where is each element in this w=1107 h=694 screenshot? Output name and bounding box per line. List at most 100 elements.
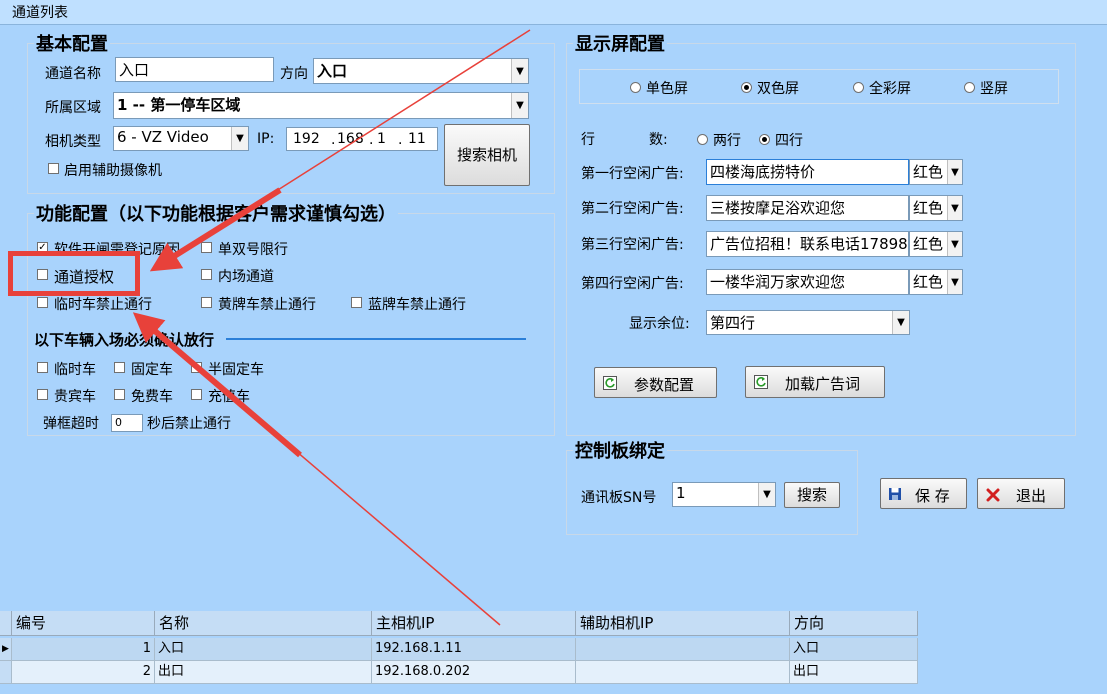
radio-vertical-screen[interactable]: [964, 82, 975, 93]
ip-label: IP:: [257, 131, 275, 147]
sn-search-button[interactable]: 搜索: [784, 482, 840, 508]
checkbox-free-car[interactable]: [114, 389, 125, 400]
exit-button[interactable]: 退出: [977, 478, 1065, 509]
ad-input-3[interactable]: 广告位招租！联系电话17898: [706, 231, 909, 257]
radio-mono-screen[interactable]: [630, 82, 641, 93]
chevron-down-icon[interactable]: ▼: [758, 483, 775, 506]
chevron-down-icon[interactable]: ▼: [947, 196, 962, 220]
label-temp-forbid: 临时车禁止通行: [54, 297, 152, 313]
row-selector-current[interactable]: ▶: [0, 638, 12, 661]
radio-four-rows[interactable]: [759, 134, 770, 145]
chevron-down-icon[interactable]: ▼: [231, 127, 248, 150]
ip-input[interactable]: 192 . 168 . 1 . 11: [286, 127, 438, 151]
checkbox-semi-fixed-car[interactable]: [191, 362, 202, 373]
chevron-down-icon[interactable]: ▼: [947, 270, 962, 294]
table-row-1-main-ip[interactable]: 192.168.1.11: [372, 638, 576, 661]
table-row-2-aux-ip[interactable]: [576, 661, 790, 684]
ad-color-select-4[interactable]: 红色 ▼: [909, 269, 963, 295]
function-config-title: 功能配置（以下功能根据客户需求谨慎勾选）: [34, 200, 398, 226]
table-row-1-direction[interactable]: 入口: [790, 638, 918, 661]
channel-name-input[interactable]: 入口: [115, 57, 274, 82]
aux-camera-checkbox[interactable]: [48, 163, 59, 174]
direction-label: 方向: [280, 66, 308, 82]
checkbox-temp-car[interactable]: [37, 362, 48, 373]
column-header-main-ip[interactable]: 主相机IP: [372, 611, 576, 636]
checkbox-prepaid-car[interactable]: [191, 389, 202, 400]
sn-value: 1: [676, 484, 686, 502]
label-vip-car: 贵宾车: [54, 389, 96, 405]
radio-full-color-screen[interactable]: [853, 82, 864, 93]
checkbox-blue-forbid[interactable]: [351, 297, 362, 308]
save-label: 保 存: [915, 487, 950, 505]
aux-camera-label: 启用辅助摄像机: [64, 163, 162, 179]
checkbox-yellow-forbid[interactable]: [201, 297, 212, 308]
floppy-disk-icon: [889, 488, 901, 500]
table-row-2-direction[interactable]: 出口: [790, 661, 918, 684]
table-row-1-name[interactable]: 入口: [155, 638, 372, 661]
camera-type-value: 6 - VZ Video: [117, 128, 209, 146]
label-fixed-car: 固定车: [131, 362, 173, 378]
checkbox-temp-forbid[interactable]: [37, 297, 48, 308]
ad-input-1[interactable]: 四楼海底捞特价: [706, 159, 909, 185]
ad-color-select-2[interactable]: 红色 ▼: [909, 195, 963, 221]
label-temp-car: 临时车: [54, 362, 96, 378]
label-semi-fixed-car: 半固定车: [208, 362, 264, 378]
table-row-1-aux-ip[interactable]: [576, 638, 790, 661]
ad-label-4: 第四行空闲广告:: [581, 276, 684, 292]
area-select[interactable]: 1 -- 第一停车区域 ▼: [113, 92, 529, 119]
remaining-value: 第四行: [710, 314, 756, 332]
refresh-icon: [754, 375, 768, 389]
search-camera-button[interactable]: 搜索相机: [444, 124, 530, 186]
column-header-name[interactable]: 名称: [155, 611, 372, 636]
chevron-down-icon[interactable]: ▼: [511, 59, 528, 83]
close-icon: [986, 488, 1000, 502]
ad-input-2[interactable]: 三楼按摩足浴欢迎您: [706, 195, 909, 221]
load-ads-label: 加载广告词: [785, 375, 861, 393]
sn-select[interactable]: 1 ▼: [672, 482, 776, 507]
checkbox-odd-even[interactable]: [201, 242, 212, 253]
area-label: 所属区域: [45, 100, 101, 116]
radio-dual-screen[interactable]: [741, 82, 752, 93]
chevron-down-icon[interactable]: ▼: [947, 232, 962, 256]
ad-color-select-1[interactable]: 红色 ▼: [909, 159, 963, 185]
channel-name-label: 通道名称: [45, 66, 101, 82]
table-row-2-id[interactable]: 2: [12, 661, 155, 684]
ad-input-4[interactable]: 一楼华润万家欢迎您: [706, 269, 909, 295]
basic-config-title: 基本配置: [34, 30, 110, 56]
column-header-aux-ip[interactable]: 辅助相机IP: [576, 611, 790, 636]
param-config-button[interactable]: 参数配置: [594, 367, 717, 398]
camera-type-select[interactable]: 6 - VZ Video ▼: [113, 126, 249, 151]
rows-label-2: 数:: [649, 132, 668, 148]
tab-title[interactable]: 通道列表: [12, 2, 68, 22]
row-selector[interactable]: [0, 661, 12, 684]
ad-color-value-1: 红色: [913, 163, 944, 181]
table-row-1-id[interactable]: 1: [12, 638, 155, 661]
ad-color-select-3[interactable]: 红色 ▼: [909, 231, 963, 257]
chevron-down-icon[interactable]: ▼: [511, 93, 528, 118]
load-ads-button[interactable]: 加载广告词: [745, 366, 885, 398]
ad-label-2: 第二行空闲广告:: [581, 201, 684, 217]
label-inner-channel: 内场通道: [218, 269, 274, 285]
table-row-2-main-ip[interactable]: 192.168.0.202: [372, 661, 576, 684]
direction-value: 入口: [317, 62, 348, 80]
timeout-input[interactable]: 0: [111, 414, 143, 432]
channel-table: 编号 名称 主相机IP 辅助相机IP 方向 ▶ 1 入口 192.168.1.1…: [0, 611, 920, 694]
radio-two-rows[interactable]: [697, 134, 708, 145]
save-button[interactable]: 保 存: [880, 478, 967, 509]
table-row-2-name[interactable]: 出口: [155, 661, 372, 684]
exit-label: 退出: [1016, 487, 1047, 505]
column-header-direction[interactable]: 方向: [790, 611, 918, 636]
checkbox-vip-car[interactable]: [37, 389, 48, 400]
ad-label-1: 第一行空闲广告:: [581, 166, 684, 182]
chevron-down-icon[interactable]: ▼: [892, 311, 909, 334]
chevron-down-icon[interactable]: ▼: [947, 160, 962, 184]
remaining-select[interactable]: 第四行 ▼: [706, 310, 910, 335]
checkbox-inner-channel[interactable]: [201, 269, 212, 280]
checkbox-fixed-car[interactable]: [114, 362, 125, 373]
param-config-label: 参数配置: [634, 376, 695, 394]
column-header-id[interactable]: 编号: [12, 611, 155, 636]
tab-header: 通道列表: [0, 0, 1107, 25]
label-free-car: 免费车: [131, 389, 173, 405]
direction-select[interactable]: 入口 ▼: [313, 58, 529, 84]
ad-color-value-3: 红色: [913, 235, 944, 253]
